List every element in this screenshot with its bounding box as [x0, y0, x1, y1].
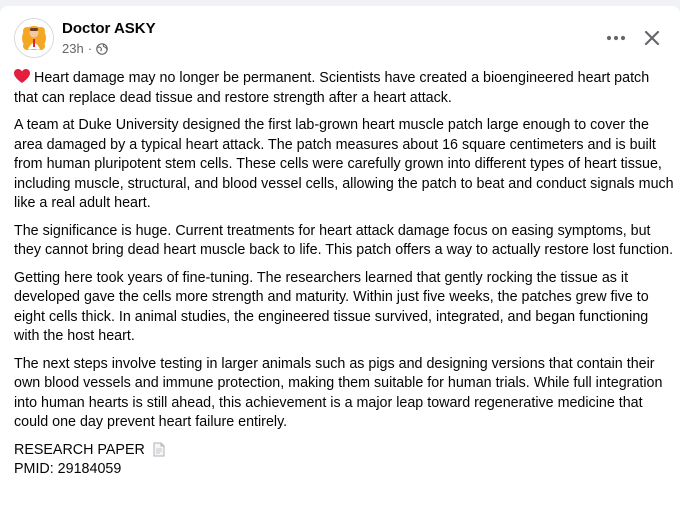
post-meta: 23h ·: [62, 41, 108, 56]
pmid-line: PMID: 29184059: [14, 461, 122, 477]
research-paper-label: RESEARCH PAPER: [14, 441, 145, 458]
page-document-icon: [153, 442, 165, 457]
author-name[interactable]: Doctor ASKY: [62, 20, 156, 37]
post-timestamp[interactable]: 23h: [62, 41, 84, 56]
post-paragraph: A team at Duke University designed the f…: [14, 117, 674, 211]
post-paragraph: The significance is huge. Current treatm…: [14, 222, 674, 259]
post-card: Doctor ASKY 23h · Heart damage may no lo…: [0, 6, 680, 515]
more-horizontal-icon: [606, 35, 626, 41]
paragraph-text: Heart damage may no longer be permanent.…: [14, 70, 650, 106]
post-paragraph: Getting here took years of fine-tuning. …: [14, 269, 649, 345]
author-avatar[interactable]: [14, 18, 54, 58]
more-options-button[interactable]: [600, 22, 632, 54]
doctor-avatar-icon: [15, 19, 53, 57]
research-paper-line: RESEARCH PAPER: [14, 441, 674, 461]
globe-icon: [96, 42, 108, 55]
meta-separator: ·: [87, 41, 93, 56]
post-paragraph: Heart damage may no longer be permanent.…: [14, 69, 674, 108]
post-paragraph: The next steps involve testing in larger…: [14, 355, 663, 431]
close-icon: [644, 30, 660, 46]
red-heart-icon: [14, 69, 30, 84]
close-button[interactable]: [636, 22, 668, 54]
post-body: Heart damage may no longer be permanent.…: [14, 69, 674, 480]
